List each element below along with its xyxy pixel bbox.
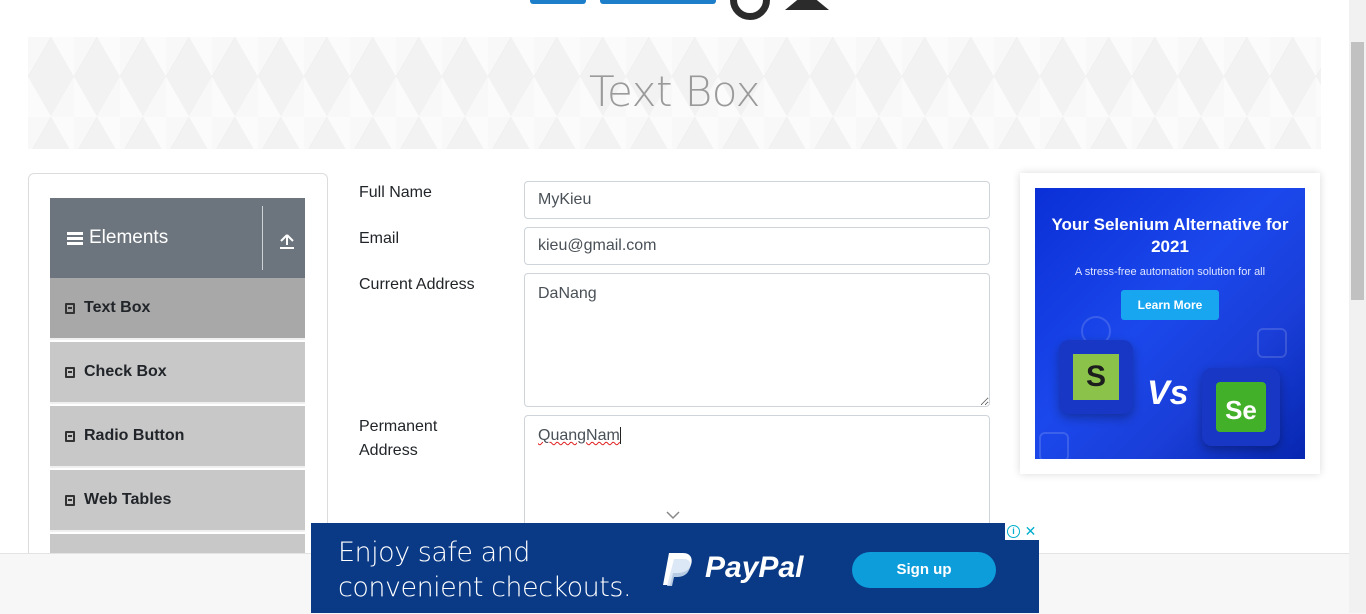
current-address-label: Current Address — [359, 276, 475, 293]
sidebar-item-label: Radio Button — [84, 427, 185, 444]
sidebar-item-web-tables[interactable]: Web Tables — [50, 470, 305, 532]
katalon-letter: S — [1073, 354, 1119, 400]
document-icon — [65, 430, 75, 442]
selenium-letters: Se — [1216, 382, 1266, 432]
gear-icon — [730, 0, 770, 20]
katalon-logo-icon: S — [1059, 340, 1133, 414]
hamburger-icon — [67, 231, 83, 245]
email-label: Email — [359, 230, 400, 247]
full-name-label: Full Name — [359, 184, 432, 201]
sidebar: Elements Text Box Check Box Radio Button… — [28, 173, 328, 573]
email-input[interactable] — [524, 227, 990, 265]
current-address-textarea[interactable]: DaNang — [524, 273, 990, 407]
ad-message-line1: Enjoy safe and — [338, 537, 530, 568]
close-ad-icon[interactable]: ✕ — [1022, 523, 1039, 540]
side-advertisement[interactable]: Your Selenium Alternative for 2021 A str… — [1035, 188, 1305, 459]
document-icon — [65, 366, 75, 378]
adchoices-badge[interactable]: i ✕ — [1005, 523, 1039, 540]
page-header-banner: Text Box — [28, 37, 1321, 149]
ad-message: Enjoy safe and convenient checkouts. — [338, 535, 632, 605]
paypal-logo-icon — [663, 553, 692, 586]
full-name-input[interactable] — [524, 181, 990, 219]
image-icon — [1039, 432, 1069, 459]
sign-up-button[interactable]: Sign up — [852, 552, 996, 588]
sidebar-item-check-box[interactable]: Check Box — [50, 342, 305, 404]
selenium-logo-icon: Se — [1202, 368, 1280, 446]
sidebar-group-elements[interactable]: Elements — [50, 198, 305, 278]
collapse-up-icon[interactable] — [278, 233, 296, 249]
code-icon — [1257, 328, 1287, 358]
sidebar-item-label: Text Box — [84, 299, 151, 316]
ad-message-line2: convenient checkouts. — [338, 572, 632, 603]
vs-text: Vs — [1147, 374, 1189, 412]
logo-bar — [530, 0, 586, 4]
document-icon — [65, 302, 75, 314]
text-caret: ​ — [619, 427, 621, 444]
logo-bar — [600, 0, 716, 4]
page-title: Text Box — [588, 67, 761, 116]
sidebar-item-text-box[interactable]: Text Box — [50, 278, 305, 340]
adchoices-info-icon[interactable]: i — [1005, 523, 1022, 540]
permanent-address-label: Permanent Address — [359, 415, 437, 463]
sidebar-item-label: Web Tables — [84, 491, 172, 508]
permanent-address-value: QuangNam — [538, 427, 620, 444]
site-logo[interactable] — [520, 0, 850, 28]
divider — [262, 206, 263, 270]
document-icon — [65, 494, 75, 506]
paypal-brand: PayPal — [705, 551, 804, 584]
scrollbar-thumb[interactable] — [1351, 42, 1364, 300]
permanent-address-label-line1: Permanent — [359, 418, 438, 435]
sidebar-item-label: Check Box — [84, 363, 167, 380]
ad-subtext: A stress-free automation solution for al… — [1074, 266, 1266, 278]
logo-triangle-icon — [785, 0, 829, 10]
chevron-down-icon[interactable] — [666, 510, 680, 520]
side-ad-frame: Your Selenium Alternative for 2021 A str… — [1020, 173, 1320, 474]
paypal-advertisement[interactable]: Enjoy safe and convenient checkouts. Pay… — [311, 523, 1039, 613]
ad-headline: Your Selenium Alternative for 2021 — [1051, 215, 1289, 256]
sidebar-item-radio-button[interactable]: Radio Button — [50, 406, 305, 468]
learn-more-button[interactable]: Learn More — [1121, 290, 1219, 320]
permanent-address-label-line2: Address — [359, 442, 418, 459]
sidebar-group-title: Elements — [89, 227, 169, 248]
